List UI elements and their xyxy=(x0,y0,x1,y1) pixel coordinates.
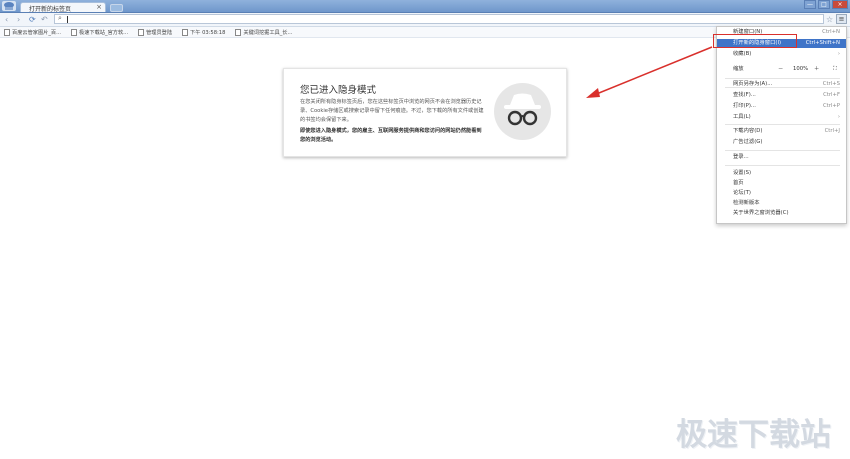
watermark: 极速下载站 xyxy=(676,417,831,453)
menu-divider xyxy=(725,150,840,151)
menu-item-save-page[interactable]: 网页另存为(A)... Ctrl+S xyxy=(717,80,846,89)
menu-item-shortcut: Ctrl+P xyxy=(822,103,840,109)
menu-divider xyxy=(725,124,840,125)
menu-item-bookmarks[interactable]: 收藏(B) › xyxy=(717,50,846,59)
menu-item-ad-filter[interactable]: 广告过滤(G) xyxy=(717,138,846,147)
menu-item-label: 收藏(B) xyxy=(733,51,752,57)
menu-item-label: 打印(P)... xyxy=(733,103,756,109)
menu-item-label: 论坛(T) xyxy=(733,190,751,196)
menu-divider xyxy=(725,78,840,79)
menu-item-label: 登录... xyxy=(733,154,749,160)
menu-item-about[interactable]: 关于世界之窗浏览器(C) xyxy=(717,209,846,218)
menu-item-label: 首页 xyxy=(733,180,744,186)
menu-item-shortcut: Ctrl+J xyxy=(824,128,840,134)
menu-item-tools[interactable]: 工具(L) › xyxy=(717,113,846,122)
menu-item-downloads[interactable]: 下载内容(D) Ctrl+J xyxy=(717,127,846,136)
fullscreen-icon[interactable]: ⛶ xyxy=(833,65,837,74)
menu-item-label: 设置(S) xyxy=(733,170,752,176)
menu-item-label: 广告过滤(G) xyxy=(733,139,763,145)
menu-item-forum[interactable]: 论坛(T) xyxy=(717,189,846,198)
menu-item-settings[interactable]: 设置(S) xyxy=(717,169,846,178)
menu-zoom-row: 缩放 － 100% ＋ ⛶ xyxy=(717,65,846,74)
menu-divider xyxy=(725,165,840,166)
menu-item-home[interactable]: 首页 xyxy=(717,179,846,188)
menu-item-shortcut: Ctrl+S xyxy=(822,81,840,87)
menu-item-login[interactable]: 登录... xyxy=(717,153,846,162)
annotation-highlight-box xyxy=(713,34,797,48)
menu-item-print[interactable]: 打印(P)... Ctrl+P xyxy=(717,102,846,111)
menu-item-label: 检测新版本 xyxy=(733,200,760,206)
menu-item-find[interactable]: 查找(F)... Ctrl+F xyxy=(717,91,846,100)
zoom-in-button[interactable]: ＋ xyxy=(814,65,819,74)
zoom-out-button[interactable]: － xyxy=(778,65,783,74)
menu-item-check-update[interactable]: 检测新版本 xyxy=(717,199,846,208)
browser-menu: 新建窗口(N) Ctrl+N 打开新的隐身窗口(I) Ctrl+Shift+N … xyxy=(716,26,847,224)
submenu-arrow-icon: › xyxy=(837,114,840,120)
menu-item-label: 查找(F)... xyxy=(733,92,756,98)
menu-item-label: 下载内容(D) xyxy=(733,128,763,134)
menu-item-label: 关于世界之窗浏览器(C) xyxy=(733,210,789,216)
menu-item-shortcut: Ctrl+Shift+N xyxy=(805,40,840,46)
menu-item-label: 工具(L) xyxy=(733,114,751,120)
menu-item-shortcut: Ctrl+N xyxy=(822,29,840,35)
menu-item-label: 网页另存为(A)... xyxy=(733,81,773,87)
submenu-arrow-icon: › xyxy=(837,51,840,57)
menu-item-shortcut: Ctrl+F xyxy=(823,92,840,98)
zoom-label: 缩放 xyxy=(733,66,744,72)
zoom-level: 100% xyxy=(793,66,809,72)
